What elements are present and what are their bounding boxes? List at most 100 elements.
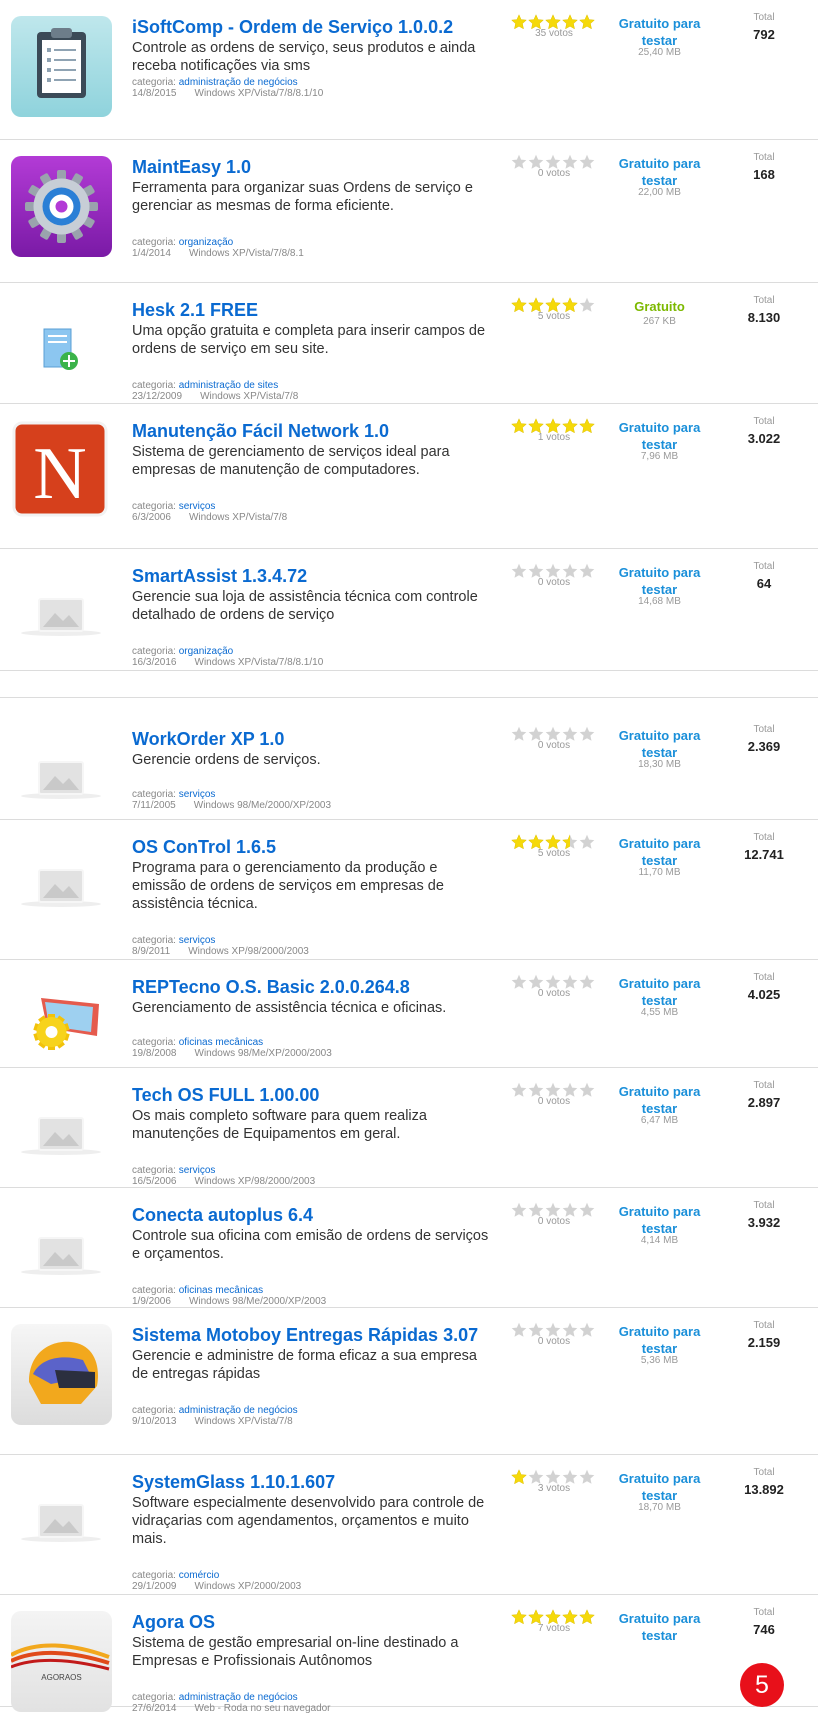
star-icon[interactable] <box>562 1202 578 1217</box>
item-title-link[interactable]: Conecta autoplus 6.4 <box>132 1205 313 1226</box>
star-icon[interactable] <box>511 563 527 578</box>
star-icon[interactable] <box>562 726 578 741</box>
star-icon[interactable] <box>579 834 595 849</box>
item-title-link[interactable]: Tech OS FULL 1.00.00 <box>132 1085 319 1106</box>
star-icon[interactable] <box>511 297 527 313</box>
star-icon[interactable] <box>579 563 595 578</box>
license-link[interactable]: Gratuito para testar <box>607 419 712 453</box>
star-icon[interactable] <box>562 14 578 30</box>
category-link[interactable]: serviços <box>179 1165 216 1176</box>
star-icon[interactable] <box>545 14 561 30</box>
item-title-link[interactable]: Sistema Motoboy Entregas Rápidas 3.07 <box>132 1325 478 1346</box>
star-icon[interactable] <box>528 1082 544 1097</box>
star-icon[interactable] <box>579 154 595 169</box>
star-icon[interactable] <box>545 726 561 741</box>
item-title-link[interactable]: Agora OS <box>132 1612 215 1633</box>
placeholder-image-icon[interactable] <box>11 728 112 829</box>
star-icon[interactable] <box>579 1202 595 1217</box>
star-icon[interactable] <box>545 974 561 989</box>
star-icon[interactable] <box>579 14 595 30</box>
star-icon[interactable] <box>562 297 578 313</box>
category-link[interactable]: comércio <box>179 1570 220 1581</box>
license-link[interactable]: Gratuito para testar <box>607 1610 712 1644</box>
star-icon[interactable] <box>528 1469 544 1484</box>
placeholder-image-icon[interactable] <box>11 836 112 937</box>
license-link[interactable]: Gratuito para testar <box>607 1323 712 1357</box>
star-icon[interactable] <box>545 418 561 434</box>
star-icon[interactable] <box>545 1202 561 1217</box>
star-icon[interactable] <box>511 1202 527 1217</box>
star-icon[interactable] <box>562 154 578 169</box>
star-icon[interactable] <box>528 297 544 313</box>
star-icon[interactable] <box>528 14 544 30</box>
star-icon[interactable] <box>545 563 561 578</box>
star-icon[interactable] <box>562 974 578 989</box>
item-title-link[interactable]: SmartAssist 1.3.4.72 <box>132 566 307 587</box>
license-link[interactable]: Gratuito para testar <box>607 1203 712 1237</box>
star-icon[interactable] <box>545 1469 561 1484</box>
category-link[interactable]: serviços <box>179 501 216 512</box>
agoraos-logo[interactable]: AGORAOS <box>11 1611 112 1712</box>
category-link[interactable]: administração de sites <box>179 380 279 391</box>
category-link[interactable]: administração de negócios <box>179 77 298 88</box>
item-title-link[interactable]: OS ConTrol 1.6.5 <box>132 837 276 858</box>
star-icon[interactable] <box>528 563 544 578</box>
category-link[interactable]: organização <box>179 237 233 248</box>
document-add-icon[interactable] <box>11 299 112 400</box>
item-title-link[interactable]: SystemGlass 1.10.1.607 <box>132 1472 335 1493</box>
star-icon[interactable] <box>545 1082 561 1097</box>
star-icon[interactable] <box>579 1082 595 1097</box>
license-link[interactable]: Gratuito para testar <box>607 1470 712 1504</box>
star-icon[interactable] <box>545 154 561 169</box>
star-icon[interactable] <box>511 1082 527 1097</box>
license-link[interactable]: Gratuito para testar <box>607 975 712 1009</box>
star-icon[interactable] <box>528 1609 544 1625</box>
star-icon[interactable] <box>579 726 595 741</box>
letter-n-icon[interactable]: N <box>11 420 112 521</box>
star-icon[interactable] <box>511 1322 527 1337</box>
license-link[interactable]: Gratuito para testar <box>607 155 712 189</box>
star-icon[interactable] <box>528 726 544 741</box>
license-link[interactable]: Gratuito para testar <box>607 564 712 598</box>
star-icon[interactable] <box>545 1322 561 1337</box>
star-icon[interactable] <box>511 834 527 850</box>
star-icon[interactable] <box>511 14 527 30</box>
license-link[interactable]: Gratuito <box>607 298 712 315</box>
category-link[interactable]: serviços <box>179 935 216 946</box>
star-icon[interactable] <box>545 297 561 313</box>
star-icon[interactable] <box>528 1202 544 1217</box>
star-icon[interactable] <box>528 974 544 989</box>
star-icon[interactable] <box>579 1469 595 1484</box>
star-icon[interactable] <box>511 1469 527 1485</box>
placeholder-image-icon[interactable] <box>11 1084 112 1185</box>
star-icon[interactable] <box>528 154 544 169</box>
license-link[interactable]: Gratuito para testar <box>607 835 712 869</box>
category-link[interactable]: administração de negócios <box>179 1405 298 1416</box>
placeholder-image-icon[interactable] <box>11 565 112 666</box>
star-icon[interactable] <box>579 297 595 312</box>
placeholder-image-icon[interactable] <box>11 1204 112 1305</box>
category-link[interactable]: organização <box>179 646 233 657</box>
item-title-link[interactable]: Hesk 2.1 FREE <box>132 300 258 321</box>
category-link[interactable]: oficinas mecânicas <box>179 1037 263 1048</box>
star-icon[interactable] <box>579 1322 595 1337</box>
gear-icon[interactable] <box>11 156 112 257</box>
star-icon[interactable] <box>545 1609 561 1625</box>
placeholder-image-icon[interactable] <box>11 1471 112 1572</box>
star-icon[interactable] <box>579 974 595 989</box>
item-title-link[interactable]: iSoftComp - Ordem de Serviço 1.0.0.2 <box>132 17 453 38</box>
star-icon[interactable] <box>562 1322 578 1337</box>
license-link[interactable]: Gratuito para testar <box>607 15 712 49</box>
gear-book-icon[interactable] <box>11 976 112 1077</box>
item-title-link[interactable]: MaintEasy 1.0 <box>132 157 251 178</box>
clipboard-icon[interactable] <box>11 16 112 117</box>
star-icon[interactable] <box>511 154 527 169</box>
star-icon[interactable] <box>511 974 527 989</box>
star-icon[interactable] <box>579 418 595 434</box>
star-icon[interactable] <box>528 1322 544 1337</box>
star-icon[interactable] <box>545 834 561 850</box>
star-icon[interactable] <box>528 834 544 850</box>
star-icon[interactable] <box>562 834 578 850</box>
license-link[interactable]: Gratuito para testar <box>607 1083 712 1117</box>
star-icon[interactable] <box>511 726 527 741</box>
